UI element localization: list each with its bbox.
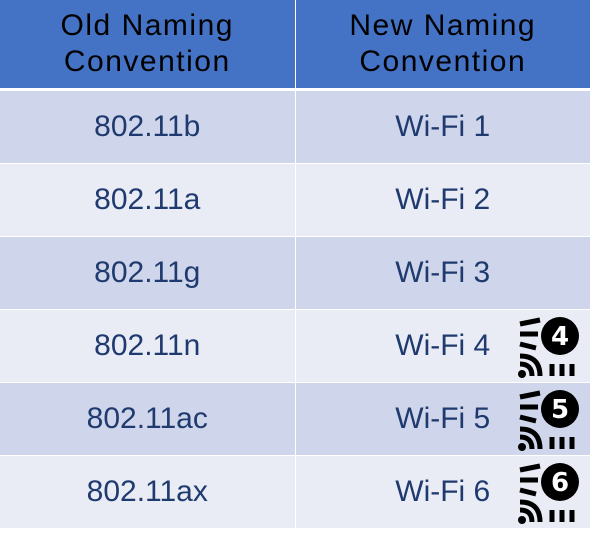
new-name-cell: Wi-Fi 2 — [295, 163, 590, 237]
wifi-5-badge-number: 5 — [551, 395, 569, 425]
new-name-cell: Wi-Fi 3 — [295, 236, 590, 310]
old-naming-header-line2: Convention — [63, 45, 231, 78]
new-naming-header-line2: Convention — [359, 45, 527, 78]
naming-convention-table: Old Naming Convention New Naming Convent… — [0, 0, 590, 528]
table-row: 802.11a Wi-Fi 2 — [0, 163, 590, 237]
table-row: 802.11ac Wi-Fi 5 5 — [0, 382, 590, 456]
new-name-cell: Wi-Fi 1 — [295, 89, 590, 164]
new-name-text: Wi-Fi 4 — [395, 329, 491, 362]
old-naming-header-line1: Old Naming — [60, 9, 234, 42]
new-name-text: Wi-Fi 1 — [395, 110, 491, 143]
new-name-cell: Wi-Fi 5 5 — [295, 382, 590, 456]
new-name-text: Wi-Fi 2 — [395, 183, 491, 216]
new-name-text: Wi-Fi 3 — [395, 256, 491, 289]
old-name-cell: 802.11ac — [0, 382, 296, 456]
wifi-6-icon: 6 — [518, 463, 579, 524]
table-row: 802.11n Wi-Fi 4 4 — [0, 309, 590, 383]
new-naming-header-line1: New Naming — [349, 9, 537, 42]
new-name-text: Wi-Fi 6 — [395, 475, 491, 508]
wifi-4-badge-number: 4 — [551, 322, 569, 352]
wifi-5-icon: 5 — [518, 390, 579, 451]
new-name-text: Wi-Fi 5 — [395, 402, 491, 435]
old-name-cell: 802.11a — [0, 163, 296, 237]
table-row: 802.11b Wi-Fi 1 — [0, 89, 590, 164]
table-row: 802.11ax Wi-Fi 6 6 — [0, 455, 590, 528]
wifi-4-icon: 4 — [518, 317, 579, 378]
old-naming-header: Old Naming Convention — [0, 0, 296, 91]
new-name-cell: Wi-Fi 4 4 — [295, 309, 590, 383]
header-row: Old Naming Convention New Naming Convent… — [0, 0, 590, 91]
wifi-6-badge-number: 6 — [551, 468, 569, 498]
new-naming-header: New Naming Convention — [295, 0, 590, 91]
old-name-cell: 802.11g — [0, 236, 296, 310]
new-name-cell: Wi-Fi 6 6 — [295, 455, 590, 528]
old-name-cell: 802.11ax — [0, 455, 296, 528]
old-name-cell: 802.11n — [0, 309, 296, 383]
old-name-cell: 802.11b — [0, 89, 296, 164]
table-row: 802.11g Wi-Fi 3 — [0, 236, 590, 310]
